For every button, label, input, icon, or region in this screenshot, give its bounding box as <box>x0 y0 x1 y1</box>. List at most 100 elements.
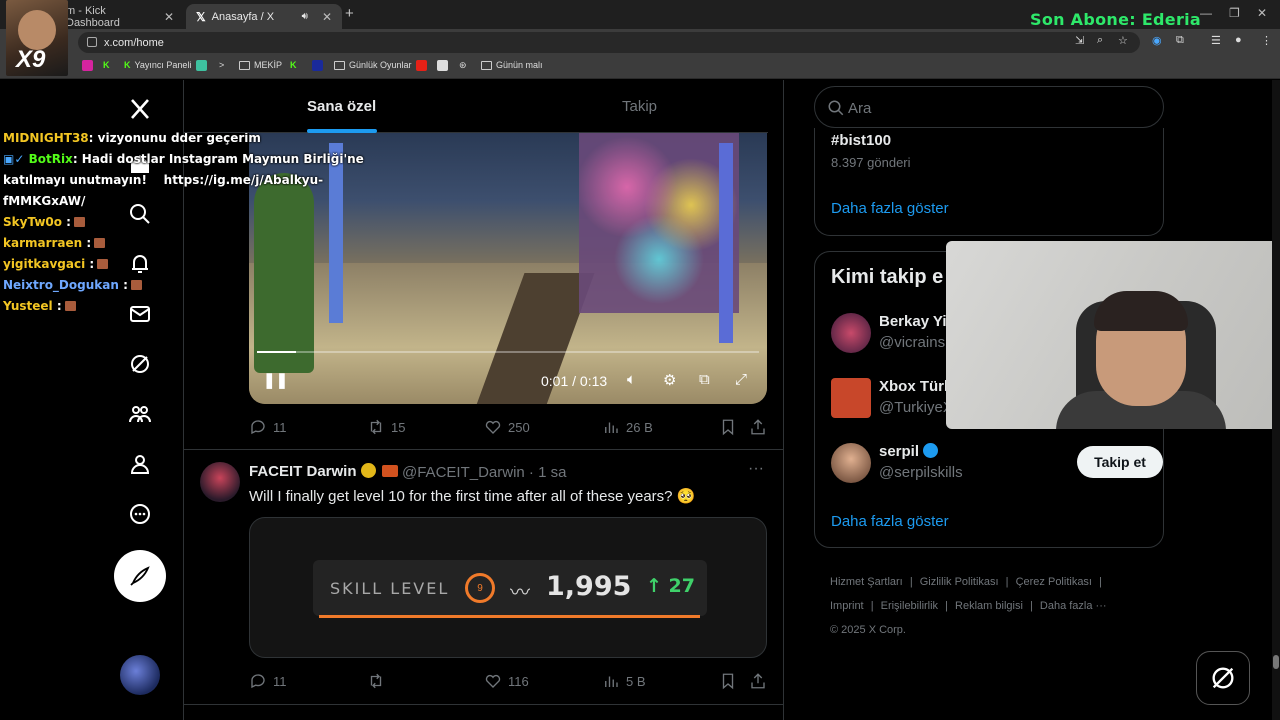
video-time: 0:01 / 0:13 <box>541 373 608 389</box>
maximize-button[interactable]: ❐ <box>1229 6 1240 20</box>
minimize-button[interactable]: — <box>1200 6 1212 20</box>
site-info-icon[interactable] <box>87 37 97 47</box>
footer-links: Hizmet Şartları | Gizlilik Politikası | … <box>830 570 1160 642</box>
follow-button[interactable]: Takip et <box>1077 446 1163 478</box>
post-button[interactable] <box>114 550 166 602</box>
tab-x-home[interactable]: 𝕏 Anasayfa / X 🔊︎ ✕ <box>186 4 342 29</box>
bookmark-image-icon[interactable] <box>437 60 448 71</box>
tweet-handle-time[interactable]: @FACEIT_Darwin · 1 sa <box>402 464 566 481</box>
bookmark-kick2-icon[interactable]: K <box>290 60 297 70</box>
menu-icon[interactable]: ⋮ <box>1261 34 1272 47</box>
close-tab-icon[interactable]: ✕ <box>164 10 174 24</box>
suggestion-name: Xbox Türk <box>879 378 953 395</box>
more-options-icon[interactable]: ··· <box>748 460 764 478</box>
footer-more-link[interactable]: Daha fazla ··· <box>1040 600 1107 612</box>
install-icon[interactable]: ⇲ <box>1075 34 1084 47</box>
repost-button[interactable] <box>367 672 391 690</box>
zoom-icon[interactable]: ⌕ <box>1097 34 1103 47</box>
new-tab-button[interactable]: + <box>345 5 354 22</box>
like-button[interactable]: 116 <box>484 672 529 690</box>
bookmark-yayinci-paneli[interactable]: K Yayıncı Paneli <box>124 60 191 70</box>
view-count: 5 B <box>626 673 646 689</box>
views-button[interactable]: 5 B <box>602 672 646 690</box>
bookmark-mekip[interactable]: MEKİP <box>239 60 282 70</box>
video-progress-bar[interactable] <box>257 351 759 353</box>
tab-for-you[interactable]: Sana özel <box>307 98 376 115</box>
profile-icon[interactable]: ● <box>1235 34 1242 46</box>
search-input[interactable]: Ara <box>814 86 1164 128</box>
fullscreen-icon[interactable]: ⤢ <box>735 371 747 388</box>
views-button[interactable]: 26 B <box>602 418 653 436</box>
pip-icon[interactable]: ⧉ <box>699 371 710 388</box>
bookmark-star-icon[interactable]: ☆ <box>1118 34 1128 47</box>
timeline-tabs: Sana özel Takip <box>184 80 768 133</box>
show-more-link[interactable]: Daha fazla göster <box>831 513 949 530</box>
scrollbar-thumb[interactable] <box>1273 655 1279 669</box>
tweet-author-name[interactable]: FACEIT Darwin <box>249 463 398 480</box>
chat-message: : <box>118 278 128 292</box>
footer-separator: | <box>1005 576 1009 588</box>
footer-ads-info-link[interactable]: Reklam bilgisi <box>955 600 1023 612</box>
suggestion-row[interactable]: serpil @serpilskills Takip et <box>831 441 1163 485</box>
chat-user: MIDNIGHT38 <box>3 131 89 145</box>
close-tab-icon[interactable]: ✕ <box>322 10 332 24</box>
settings-gear-icon[interactable]: ⚙ <box>663 371 676 389</box>
bookmark-label: Günün malı <box>496 60 543 70</box>
bookmark-gunluk-oyunlar[interactable]: Günlük Oyunlar <box>334 60 412 70</box>
reply-count: 11 <box>273 673 287 689</box>
bookmark-kick-icon[interactable]: K <box>103 60 110 70</box>
page-scrollbar[interactable] <box>1272 80 1280 720</box>
like-button[interactable]: 250 <box>484 418 530 436</box>
footer-imprint-link[interactable]: Imprint <box>830 600 864 612</box>
suggestion-handle: @TurkiyeX <box>879 399 953 416</box>
trend-line-icon: 〰 <box>510 582 530 604</box>
level-badge: 9 <box>465 573 495 603</box>
grok-floating-button[interactable] <box>1196 651 1250 705</box>
repost-count: 15 <box>391 419 406 435</box>
speaker-icon[interactable]: 🔊︎ <box>302 11 308 22</box>
bookmark-button[interactable] <box>719 672 737 690</box>
bookmark-blue-icon[interactable] <box>312 60 323 71</box>
close-window-button[interactable]: ✕ <box>1257 6 1267 20</box>
tweet-author-avatar[interactable] <box>200 462 240 502</box>
share-button[interactable] <box>749 672 767 690</box>
reply-button[interactable]: 11 <box>249 418 287 436</box>
chat-user: SkyTw0o <box>3 215 62 229</box>
account-avatar[interactable] <box>120 655 160 695</box>
bookmark-label: Günlük Oyunlar <box>349 60 412 70</box>
communities-icon[interactable] <box>124 398 156 430</box>
share-button[interactable] <box>749 418 767 436</box>
bookmark-openai-icon[interactable]: ⊛ <box>459 60 467 71</box>
show-more-link[interactable]: Daha fazla göster <box>831 200 949 217</box>
bookmark-label: MEKİP <box>254 60 283 70</box>
footer-terms-link[interactable]: Hizmet Şartları <box>830 576 903 588</box>
bookmark-app-icon[interactable] <box>196 60 207 71</box>
bookmark-gunun-mali[interactable]: Günün malı <box>481 60 543 70</box>
chat-line: ▣✓ BotRix: Hadi dostlar Instagram Maymun… <box>3 149 364 170</box>
footer-privacy-link[interactable]: Gizlilik Politikası <box>920 576 999 588</box>
bookmark-youtube-icon[interactable] <box>416 60 427 71</box>
reply-button[interactable]: 11 <box>249 672 287 690</box>
bookmark-button[interactable] <box>719 418 737 436</box>
repost-button[interactable]: 15 <box>367 418 405 436</box>
puzzle-icon[interactable]: ⧉ <box>1176 34 1184 47</box>
tweet-media-image[interactable]: SKILL LEVEL 9 〰 1,995 ↑ 27 <box>249 517 767 658</box>
tab-following[interactable]: Takip <box>622 98 657 115</box>
grok-icon[interactable] <box>124 348 156 380</box>
video-player[interactable]: ❚❚ 0:01 / 0:13 🔈︎ ⚙ ⧉ ⤢ <box>249 133 767 404</box>
address-bar[interactable]: x.com/home <box>78 32 1140 53</box>
mute-icon[interactable]: 🔈︎ <box>627 371 636 388</box>
footer-accessibility-link[interactable]: Erişilebilirlik <box>881 600 938 612</box>
footer-cookie-link[interactable]: Çerez Politikası <box>1016 576 1092 588</box>
tweet-text: Will I finally get level 10 for the firs… <box>249 488 696 505</box>
profile-person-icon[interactable] <box>124 448 156 480</box>
reading-list-icon[interactable]: ☰ <box>1211 34 1221 47</box>
x-logo-icon[interactable] <box>124 93 156 125</box>
chat-user: Yusteel <box>3 299 53 313</box>
pause-icon[interactable]: ❚❚ <box>263 371 288 389</box>
more-circle-icon[interactable] <box>124 498 156 530</box>
bookmark-arrow-icon[interactable]: > <box>219 60 224 70</box>
extension-icon[interactable]: ◉ <box>1152 34 1162 47</box>
trend-hashtag[interactable]: #bist100 <box>831 132 891 149</box>
bookmark-instagram-icon[interactable] <box>82 60 93 71</box>
